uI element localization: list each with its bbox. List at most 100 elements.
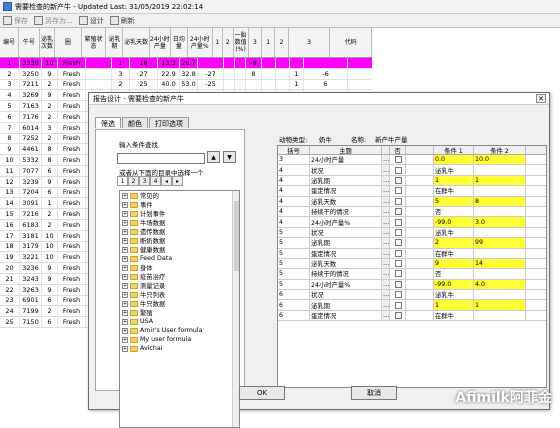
tab-color[interactable]: 颜色 <box>122 117 148 128</box>
condition-row[interactable]: 4 持续干的情况… 否 <box>278 206 546 218</box>
condition-row[interactable]: 5 泌乳天数… 9 14 <box>278 258 546 270</box>
condition-spacer[interactable] <box>406 238 434 248</box>
expand-icon[interactable]: + <box>122 210 128 217</box>
save-button[interactable]: 保存 <box>3 16 28 26</box>
not-checkbox[interactable] <box>394 239 402 247</box>
tree-scrollbar[interactable] <box>232 191 239 427</box>
condition-row[interactable]: 4 蛋定情况… 在群牛 <box>278 186 546 197</box>
add-condition-icon[interactable]: ▲ <box>207 151 220 163</box>
condition-row[interactable]: 5 泌乳期… 2 99 <box>278 238 546 249</box>
category-tab-1[interactable]: 1 <box>117 176 128 186</box>
grid-col-header[interactable]: 2 <box>275 28 289 57</box>
not-checkbox[interactable] <box>394 260 402 268</box>
tree-item[interactable]: + 疫苗治疗 <box>120 272 239 281</box>
tree-item[interactable]: + Feed Data <box>120 254 239 263</box>
condition-spacer[interactable] <box>406 310 434 321</box>
condition-row[interactable]: 6 状况… 泌乳牛 <box>278 290 546 301</box>
grid-col-header[interactable]: 24小时产量% <box>188 28 213 57</box>
tab-scroll-right-icon[interactable]: ▸ <box>172 176 183 186</box>
tree-item[interactable]: + Avichai <box>120 344 239 353</box>
table-row[interactable]: 3 7211 2 Fresh 2 25 40.0 53.0 -25 1 6 <box>0 79 372 91</box>
grid-col-header[interactable]: 24小时产量 <box>150 28 171 57</box>
grid-col-header[interactable]: 日均量 <box>171 28 188 57</box>
not-checkbox[interactable] <box>394 228 402 236</box>
cancel-button[interactable]: 取消 <box>351 386 397 400</box>
condition-row[interactable]: 6 蛋定情况… 在群牛 <box>278 310 546 322</box>
ok-button[interactable]: OK <box>239 386 285 400</box>
expand-icon[interactable]: + <box>122 255 128 262</box>
condition-dropdown-button[interactable]: … <box>382 300 390 310</box>
tree-item[interactable]: + 测量记录 <box>120 281 239 290</box>
expand-icon[interactable]: + <box>122 219 128 226</box>
grid-col-header[interactable]: 圈 <box>55 28 82 57</box>
expand-icon[interactable]: + <box>122 246 128 253</box>
not-checkbox[interactable] <box>394 270 402 278</box>
condition-spacer[interactable] <box>406 269 434 279</box>
tree-item[interactable]: + 常见的 <box>120 191 239 200</box>
condition-dropdown-button[interactable]: … <box>382 175 390 186</box>
condition-dropdown-button[interactable]: … <box>382 227 390 238</box>
condition-dropdown-button[interactable]: … <box>382 310 390 321</box>
expand-icon[interactable]: + <box>122 273 128 280</box>
expand-icon[interactable]: + <box>122 264 128 271</box>
tree-item[interactable]: + 事件 <box>120 200 239 209</box>
grid-col-header[interactable]: 编号 <box>0 28 19 57</box>
not-checkbox[interactable] <box>394 197 402 205</box>
category-tab-2[interactable]: 2 <box>128 176 139 186</box>
tree-item[interactable]: + USA <box>120 317 239 326</box>
not-checkbox[interactable] <box>394 166 402 174</box>
condition-spacer[interactable] <box>406 258 434 269</box>
condition-spacer[interactable] <box>406 165 434 175</box>
tree-item[interactable]: + My user formula <box>120 335 239 344</box>
condition-row[interactable]: 4 泌乳期… 1 1 <box>278 175 546 187</box>
grid-col-header[interactable]: 泌乳次数 <box>40 28 56 57</box>
grid-col-header[interactable]: 牛号 <box>19 28 40 57</box>
tree-item[interactable]: + 牛只列表 <box>120 290 239 299</box>
condition-row[interactable]: 5 状况… 泌乳牛 <box>278 227 546 239</box>
expand-icon[interactable]: + <box>122 300 128 307</box>
tree-item[interactable]: + 牛只数据 <box>120 299 239 308</box>
design-button[interactable]: 设计 <box>78 16 104 26</box>
refresh-button[interactable]: 刷新 <box>109 16 135 26</box>
tree-item[interactable]: + 牛场数据 <box>120 218 239 227</box>
condition-search-input[interactable] <box>117 153 205 164</box>
condition-spacer[interactable] <box>406 248 434 258</box>
not-checkbox[interactable] <box>394 218 402 226</box>
tree-item[interactable]: + 计划事件 <box>120 209 239 218</box>
condition-dropdown-button[interactable]: … <box>382 258 390 269</box>
condition-spacer[interactable] <box>406 300 434 310</box>
condition-dropdown-button[interactable]: … <box>382 290 390 300</box>
grid-col-header[interactable]: 泌乳天数 <box>123 28 150 57</box>
tree-item[interactable]: + Amir's User formula <box>120 326 239 335</box>
expand-icon[interactable]: + <box>122 336 128 343</box>
tree-item[interactable]: + 遗传数据 <box>120 227 239 236</box>
grid-col-header[interactable]: 繁殖状态 <box>82 28 107 57</box>
expand-icon[interactable]: + <box>122 309 128 316</box>
condition-row[interactable]: 4 状况… 泌乳牛 <box>278 165 546 176</box>
save-as-button[interactable]: 另存为... <box>34 16 73 26</box>
tree-item[interactable]: + 健康数据 <box>120 245 239 254</box>
grid-col-header[interactable]: 1 <box>262 28 276 57</box>
condition-dropdown-button[interactable]: … <box>382 217 390 227</box>
condition-spacer[interactable] <box>406 196 434 206</box>
condition-dropdown-button[interactable]: … <box>382 186 390 196</box>
expand-icon[interactable]: + <box>122 201 128 208</box>
expand-icon[interactable]: + <box>122 192 128 199</box>
condition-dropdown-button[interactable]: … <box>382 248 390 258</box>
close-icon[interactable]: ✕ <box>536 94 546 103</box>
condition-row[interactable]: 6 泌乳期… 1 1 <box>278 300 546 311</box>
table-row[interactable]: 2 3250 9 Fresh 3 27 22.9 32.8 -27 8 1 -6 <box>0 68 372 80</box>
grid-col-header[interactable]: 3 <box>249 28 263 57</box>
tree-scroll-thumb[interactable] <box>234 201 239 271</box>
category-tab-4[interactable]: 4 <box>150 176 161 186</box>
condition-spacer[interactable] <box>406 155 434 165</box>
condition-spacer[interactable] <box>406 227 434 238</box>
condition-row[interactable]: 5 蛋定情况… 在群牛 <box>278 248 546 259</box>
tab-scroll-left-icon[interactable]: ◂ <box>161 176 172 186</box>
not-checkbox[interactable] <box>394 156 402 164</box>
expand-icon[interactable]: + <box>122 345 128 352</box>
condition-dropdown-button[interactable]: … <box>382 165 390 175</box>
tree-item[interactable]: + 身体 <box>120 263 239 272</box>
tab-print-options[interactable]: 打印选项 <box>149 117 189 128</box>
not-checkbox[interactable] <box>394 176 402 184</box>
